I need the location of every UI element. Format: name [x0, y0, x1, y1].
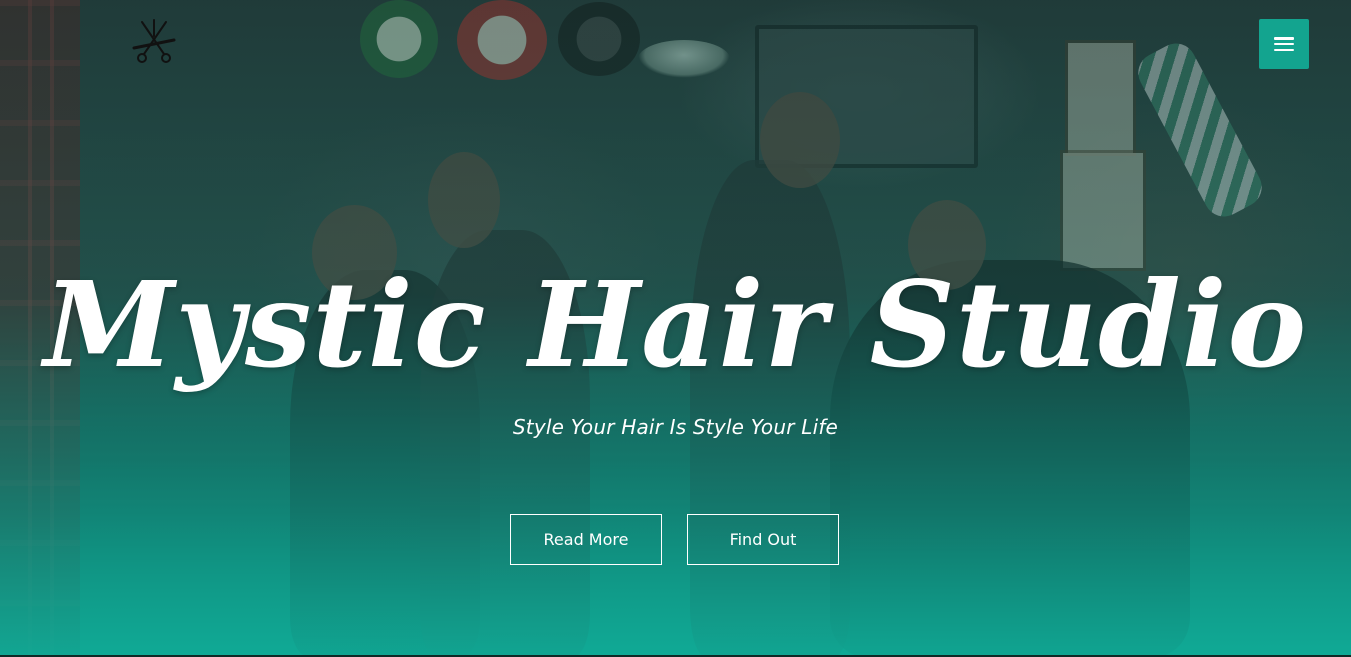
hamburger-menu-icon	[1274, 37, 1294, 51]
hero-section: Mystic Hair Studio Style Your Hair Is St…	[0, 0, 1351, 657]
hero-title: Mystic Hair Studio	[43, 255, 1308, 394]
site-logo[interactable]	[130, 18, 178, 66]
read-more-button[interactable]: Read More	[510, 514, 662, 565]
menu-toggle-button[interactable]	[1259, 19, 1309, 69]
scissors-comb-icon	[130, 19, 178, 70]
find-out-button[interactable]: Find Out	[687, 514, 839, 565]
hero-subtitle: Style Your Hair Is Style Your Life	[512, 415, 839, 439]
